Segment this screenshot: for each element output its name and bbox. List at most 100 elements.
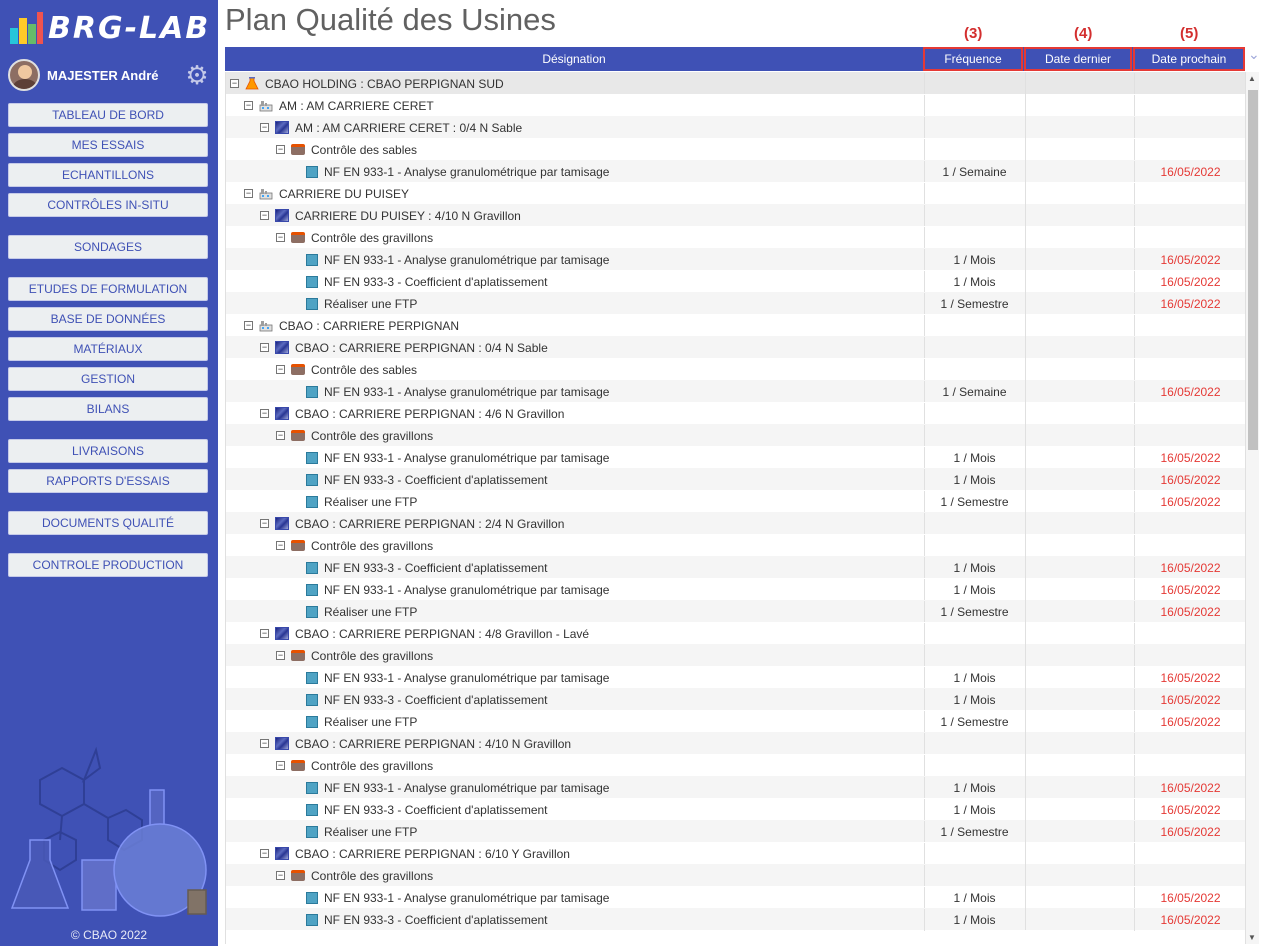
table-row[interactable]: NF EN 933-1 - Analyse granulométrique pa… — [226, 160, 1245, 183]
collapse-toggle-icon[interactable]: − — [276, 871, 285, 881]
nav-button-etudes-de-formulation[interactable]: ETUDES DE FORMULATION — [8, 277, 208, 301]
table-row[interactable]: NF EN 933-1 - Analyse granulométrique pa… — [226, 578, 1245, 601]
collapse-toggle-icon[interactable]: − — [230, 79, 239, 89]
collapse-toggle-icon[interactable]: − — [276, 651, 285, 661]
nav-button-mat-riaux[interactable]: MATÉRIAUX — [8, 337, 208, 361]
scroll-up-arrow-icon[interactable]: ▲ — [1248, 74, 1256, 83]
table-row[interactable]: NF EN 933-3 - Coefficient d'aplatissemen… — [226, 688, 1245, 711]
table-row[interactable]: NF EN 933-1 - Analyse granulométrique pa… — [226, 886, 1245, 909]
table-row[interactable]: NF EN 933-1 - Analyse granulométrique pa… — [226, 776, 1245, 799]
table-row[interactable]: Réaliser une FTP 1 / Semestre 16/05/2022 — [226, 292, 1245, 315]
collapse-toggle-icon[interactable]: − — [244, 189, 253, 199]
table-row[interactable]: NF EN 933-3 - Coefficient d'aplatissemen… — [226, 468, 1245, 491]
factory-icon — [259, 189, 273, 200]
table-row[interactable]: NF EN 933-3 - Coefficient d'aplatissemen… — [226, 270, 1245, 293]
avatar[interactable] — [8, 59, 40, 91]
designation-cell: − Contrôle des gravillons — [226, 534, 924, 556]
chevron-down-icon[interactable]: ⌄ — [1248, 46, 1260, 63]
collapse-toggle-icon[interactable]: − — [260, 123, 269, 133]
collapse-toggle-icon[interactable]: − — [276, 233, 285, 243]
collapse-toggle-icon[interactable]: − — [260, 343, 269, 353]
table-row[interactable]: Réaliser une FTP 1 / Semestre 16/05/2022 — [226, 490, 1245, 513]
nav-button-contr-les-in-situ[interactable]: CONTRÔLES IN-SITU — [8, 193, 208, 217]
table-row[interactable]: − Contrôle des gravillons — [226, 754, 1245, 777]
table-row[interactable]: − CBAO : CARRIERE PERPIGNAN : 6/10 Y Grav… — [226, 842, 1245, 865]
scrollbar-thumb[interactable] — [1248, 90, 1258, 450]
last-date-cell — [1025, 644, 1133, 666]
table-row[interactable]: − Contrôle des gravillons — [226, 864, 1245, 887]
gear-icon[interactable]: ⚙ — [184, 62, 210, 88]
table-row[interactable]: − CBAO : CARRIERE PERPIGNAN : 4/10 N Grav… — [226, 732, 1245, 755]
collapse-toggle-icon[interactable]: − — [276, 365, 285, 375]
row-label: NF EN 933-3 - Coefficient d'aplatissemen… — [324, 802, 548, 817]
app-logo[interactable]: BRG-LAB — [8, 8, 213, 48]
header-designation[interactable]: Désignation — [225, 47, 923, 71]
nav-button-gestion[interactable]: GESTION — [8, 367, 208, 391]
table-row[interactable]: NF EN 933-3 - Coefficient d'aplatissemen… — [226, 556, 1245, 579]
nav-button-mes-essais[interactable]: MES ESSAIS — [8, 133, 208, 157]
table-row[interactable]: − Contrôle des gravillons — [226, 226, 1245, 249]
collapse-toggle-icon[interactable]: − — [260, 211, 269, 221]
nav-button-echantillons[interactable]: ECHANTILLONS — [8, 163, 208, 187]
table-row[interactable]: − CARRIERE DU PUISEY — [226, 182, 1245, 205]
nav-button-livraisons[interactable]: LIVRAISONS — [8, 439, 208, 463]
collapse-toggle-icon[interactable]: − — [260, 519, 269, 529]
test-icon — [306, 825, 318, 838]
collapse-toggle-icon[interactable]: − — [276, 541, 285, 551]
header-frequency[interactable]: Fréquence — [923, 47, 1023, 71]
table-row[interactable]: − CBAO HOLDING : CBAO PERPIGNAN SUD — [226, 72, 1245, 95]
table-row[interactable]: − Contrôle des sables — [226, 138, 1245, 161]
collapse-toggle-icon[interactable]: − — [276, 145, 285, 155]
last-date-cell — [1025, 336, 1133, 358]
frequency-cell — [924, 403, 1024, 425]
collapse-toggle-icon[interactable]: − — [260, 629, 269, 639]
table-row[interactable]: NF EN 933-3 - Coefficient d'aplatissemen… — [226, 908, 1245, 931]
table-row[interactable]: NF EN 933-1 - Analyse granulométrique pa… — [226, 380, 1245, 403]
row-label: NF EN 933-1 - Analyse granulométrique pa… — [324, 450, 610, 465]
collapse-toggle-icon[interactable]: − — [260, 739, 269, 749]
table-row[interactable]: NF EN 933-3 - Coefficient d'aplatissemen… — [226, 798, 1245, 821]
last-date-cell — [1025, 666, 1133, 688]
collapse-toggle-icon[interactable]: − — [276, 761, 285, 771]
table-row[interactable]: − CARRIERE DU PUISEY : 4/10 N Gravillon — [226, 204, 1245, 227]
collapse-toggle-icon[interactable]: − — [244, 321, 253, 331]
table-row[interactable]: Réaliser une FTP 1 / Semestre 16/05/2022 — [226, 600, 1245, 623]
table-row[interactable]: − AM : AM CARRIERE CERET : 0/4 N Sable — [226, 116, 1245, 139]
table-row[interactable]: NF EN 933-1 - Analyse granulométrique pa… — [226, 248, 1245, 271]
table-row[interactable]: NF EN 933-1 - Analyse granulométrique pa… — [226, 446, 1245, 469]
header-next-date[interactable]: Date prochain — [1133, 47, 1245, 71]
table-row[interactable]: − CBAO : CARRIERE PERPIGNAN — [226, 314, 1245, 337]
factory-icon — [259, 101, 273, 112]
nav-button-tableau-de-bord[interactable]: TABLEAU DE BORD — [8, 103, 208, 127]
nav-button-sondages[interactable]: SONDAGES — [8, 235, 208, 259]
table-row[interactable]: − Contrôle des gravillons — [226, 424, 1245, 447]
nav-button-rapports-d-essais[interactable]: RAPPORTS D'ESSAIS — [8, 469, 208, 493]
nav-button-documents-qualit[interactable]: DOCUMENTS QUALITÉ — [8, 511, 208, 535]
header-last-date[interactable]: Date dernier — [1024, 47, 1132, 71]
next-date-cell: 16/05/2022 — [1134, 909, 1245, 931]
collapse-toggle-icon[interactable]: − — [260, 849, 269, 859]
collapse-toggle-icon[interactable]: − — [276, 431, 285, 441]
table-row[interactable]: − CBAO : CARRIERE PERPIGNAN : 0/4 N Sable — [226, 336, 1245, 359]
nav-button-controle-production[interactable]: CONTROLE PRODUCTION — [8, 553, 208, 577]
table-row[interactable]: − Contrôle des gravillons — [226, 534, 1245, 557]
row-label: CBAO : CARRIERE PERPIGNAN : 6/10 Y Gravi… — [295, 846, 570, 861]
table-row[interactable]: Réaliser une FTP 1 / Semestre 16/05/2022 — [226, 820, 1245, 843]
table-row[interactable]: NF EN 933-1 - Analyse granulométrique pa… — [226, 666, 1245, 689]
test-icon — [306, 671, 318, 684]
table-row[interactable]: − CBAO : CARRIERE PERPIGNAN : 2/4 N Gravi… — [226, 512, 1245, 535]
table-row[interactable]: − CBAO : CARRIERE PERPIGNAN : 4/6 N Gravi… — [226, 402, 1245, 425]
table-row[interactable]: − Contrôle des sables — [226, 358, 1245, 381]
table-row[interactable]: − AM : AM CARRIERE CERET — [226, 94, 1245, 117]
scroll-down-arrow-icon[interactable]: ▼ — [1248, 933, 1256, 942]
designation-cell: NF EN 933-1 - Analyse granulométrique pa… — [226, 578, 924, 600]
collapse-toggle-icon[interactable]: − — [244, 101, 253, 111]
table-row[interactable]: − CBAO : CARRIERE PERPIGNAN : 4/8 Gravill… — [226, 622, 1245, 645]
table-row[interactable]: Réaliser une FTP 1 / Semestre 16/05/2022 — [226, 710, 1245, 733]
collapse-toggle-icon[interactable]: − — [260, 409, 269, 419]
nav-button-bilans[interactable]: BILANS — [8, 397, 208, 421]
table-row[interactable]: − Contrôle des gravillons — [226, 644, 1245, 667]
test-icon — [306, 297, 318, 310]
vertical-scrollbar[interactable]: ▲ ▼ — [1245, 72, 1259, 944]
nav-button-base-de-donn-es[interactable]: BASE DE DONNÉES — [8, 307, 208, 331]
